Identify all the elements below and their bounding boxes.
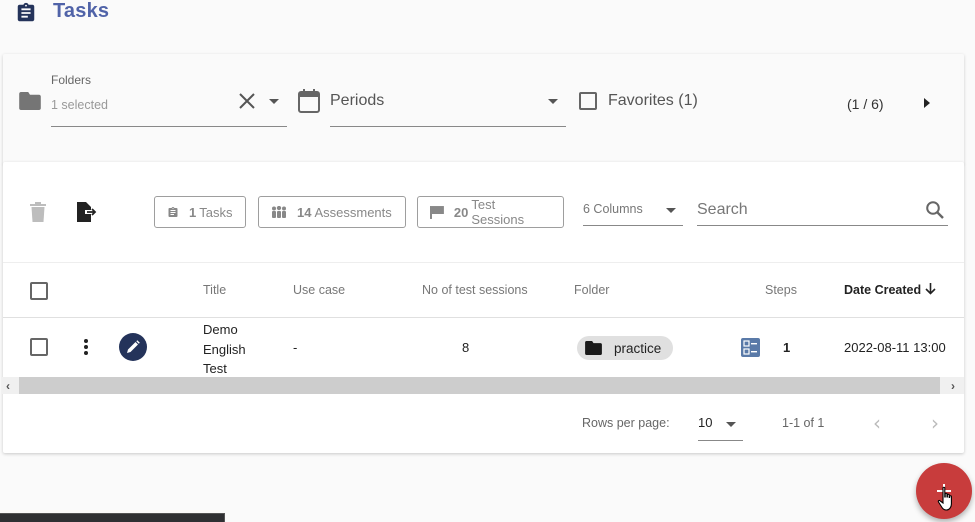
pagination-range: 1-1 of 1	[782, 416, 825, 430]
column-header-steps[interactable]: Steps	[765, 283, 797, 297]
folder-chip[interactable]: practice	[577, 336, 673, 360]
hand-cursor-icon	[937, 486, 952, 511]
row-use-case: -	[293, 340, 298, 355]
tasks-label: Tasks	[199, 204, 233, 220]
search-underline	[697, 225, 948, 226]
tasks-table-card: 1 Tasks 14 Assessments 20 Test Sessions …	[3, 162, 964, 453]
folder-chip-label: practice	[614, 340, 662, 356]
page-header: Tasks	[0, 0, 975, 30]
calendar-icon	[298, 89, 320, 113]
steps-list-icon[interactable]	[741, 338, 760, 357]
folders-label: Folders	[51, 73, 92, 87]
favorites-checkbox[interactable]	[579, 92, 597, 110]
row-checkbox[interactable]	[30, 338, 48, 356]
row-title-line: English	[203, 341, 246, 357]
assessments-count-button[interactable]: 14 Assessments	[258, 196, 406, 228]
search-input[interactable]	[697, 198, 919, 222]
favorites-label[interactable]: Favorites (1)	[608, 92, 698, 110]
filter-pager-next-icon[interactable]	[924, 98, 930, 108]
column-header-test-sessions[interactable]: No of test sessions	[422, 283, 528, 297]
checklist-icon	[743, 340, 757, 355]
column-header-use-case[interactable]: Use case	[293, 283, 345, 297]
row-date-created: 2022-08-11 13:00	[844, 340, 946, 355]
columns-underline	[583, 225, 683, 226]
scroll-left-icon[interactable]: ‹	[6, 379, 10, 393]
pencil-icon	[127, 340, 140, 353]
column-header-date-created[interactable]: Date Created	[844, 283, 936, 297]
rows-per-page-caret-icon[interactable]	[726, 422, 736, 427]
test-sessions-count: 20	[453, 204, 469, 220]
search-icon[interactable]	[925, 200, 945, 220]
test-sessions-count-button[interactable]: 20 Test Sessions	[417, 196, 564, 228]
delete-icon[interactable]	[30, 202, 46, 222]
rows-per-page-select[interactable]: 10	[698, 415, 712, 430]
row-title-line: Test	[203, 361, 227, 376]
row-title: Demo English Test	[203, 320, 246, 379]
sort-arrow-down-icon	[925, 283, 936, 295]
previous-page-icon[interactable]: ‹	[873, 411, 881, 435]
tasks-count-button[interactable]: 1 Tasks	[154, 196, 246, 228]
folder-icon	[19, 92, 41, 110]
clear-icon[interactable]	[238, 92, 256, 110]
row-steps: 1	[783, 340, 791, 355]
horizontal-scrollbar[interactable]: ‹ ›	[2, 377, 964, 394]
rows-per-page-label: Rows per page:	[582, 416, 670, 430]
tasks-page: Tasks Folders 1 selected Periods Favorit…	[0, 0, 975, 522]
folders-underline	[51, 126, 287, 127]
clipboard-icon	[17, 2, 35, 22]
rows-per-page-underline	[698, 440, 743, 441]
folders-dropdown-caret-icon[interactable]	[269, 99, 279, 104]
more-options-icon[interactable]	[83, 339, 89, 357]
column-header-folder[interactable]: Folder	[574, 283, 609, 297]
filter-bar: Folders 1 selected Periods Favorites (1)…	[3, 54, 964, 164]
date-created-label: Date Created	[844, 283, 922, 297]
browser-status-bar	[0, 513, 225, 522]
row-test-sessions: 8	[462, 340, 470, 355]
periods-dropdown-caret-icon[interactable]	[548, 99, 558, 104]
periods-underline	[330, 126, 566, 127]
scroll-right-icon[interactable]: ›	[951, 379, 955, 393]
folders-select[interactable]: 1 selected	[51, 98, 108, 112]
edit-button[interactable]	[119, 333, 147, 361]
table-row[interactable]: Demo English Test - 8 practice 1 2022-08…	[3, 318, 964, 378]
export-icon[interactable]	[77, 202, 99, 222]
scrollbar-thumb[interactable]	[19, 377, 940, 394]
flag-icon	[430, 205, 444, 219]
next-page-icon[interactable]: ›	[931, 411, 939, 435]
columns-dropdown-caret-icon[interactable]	[666, 208, 676, 213]
test-sessions-label: Test Sessions	[471, 197, 525, 227]
page-title: Tasks	[53, 0, 110, 22]
column-header-title[interactable]: Title	[203, 283, 226, 297]
clipboard-icon	[168, 206, 178, 217]
columns-select[interactable]: 6 Columns	[583, 202, 643, 216]
filter-pager-text: (1 / 6)	[847, 96, 884, 112]
people-icon	[272, 206, 286, 218]
table-header: Title Use case No of test sessions Folde…	[3, 262, 964, 318]
periods-select[interactable]: Periods	[330, 92, 384, 110]
select-all-checkbox[interactable]	[30, 282, 48, 300]
assessments-count: 14	[297, 204, 312, 220]
row-title-line: Demo	[203, 322, 238, 337]
tasks-count: 1	[189, 204, 197, 220]
assessments-label: Assessments	[314, 204, 392, 220]
folder-icon	[585, 341, 602, 355]
